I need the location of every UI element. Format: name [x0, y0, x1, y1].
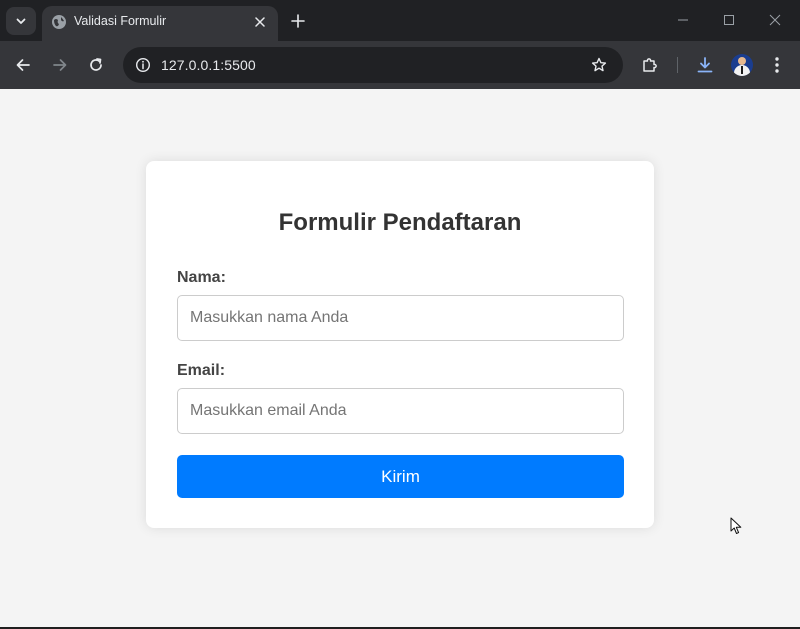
back-button[interactable]	[11, 53, 35, 77]
site-info-button[interactable]	[133, 55, 153, 75]
plus-icon	[291, 14, 305, 28]
bookmark-button[interactable]	[589, 55, 609, 75]
avatar-head	[738, 57, 746, 65]
downloads-button[interactable]	[693, 53, 717, 77]
browser-menu-button[interactable]	[765, 53, 789, 77]
new-tab-button[interactable]	[286, 10, 310, 32]
chevron-down-icon	[16, 18, 26, 24]
name-input[interactable]	[177, 295, 624, 341]
profile-avatar[interactable]	[731, 54, 753, 76]
maximize-icon	[724, 15, 734, 25]
mouse-cursor-icon	[730, 517, 742, 534]
email-input[interactable]	[177, 388, 624, 434]
minimize-button[interactable]	[668, 6, 698, 34]
browser-tab-strip: Validasi Formulir	[0, 0, 800, 41]
reload-icon	[90, 58, 102, 71]
puzzle-icon	[643, 58, 657, 72]
forward-button[interactable]	[48, 53, 72, 77]
info-icon	[135, 57, 151, 73]
reload-button[interactable]	[84, 53, 108, 77]
page-viewport: Formulir Pendaftaran Nama: Email: Kirim	[0, 89, 800, 629]
minimize-icon	[678, 19, 688, 21]
toolbar-separator	[677, 57, 678, 73]
tab-close-button[interactable]	[250, 12, 270, 32]
extensions-button[interactable]	[638, 53, 662, 77]
name-label: Nama:	[177, 269, 226, 286]
email-label: Email:	[177, 362, 226, 379]
window-close-button[interactable]	[760, 6, 790, 34]
submit-button[interactable]: Kirim	[177, 455, 624, 498]
url-text: 127.0.0.1:5500	[161, 57, 256, 73]
address-bar[interactable]: 127.0.0.1:5500	[123, 47, 623, 83]
tab-search-button[interactable]	[6, 7, 36, 35]
close-icon	[255, 17, 265, 27]
registration-form-card: Formulir Pendaftaran Nama: Email: Kirim	[146, 161, 654, 528]
star-icon	[591, 57, 607, 72]
close-icon	[769, 14, 781, 26]
arrow-left-icon	[16, 59, 30, 71]
kebab-menu-icon	[775, 57, 779, 73]
globe-icon	[52, 15, 66, 29]
browser-tab[interactable]: Validasi Formulir	[42, 6, 278, 41]
download-icon	[697, 57, 713, 73]
avatar-tie	[741, 66, 743, 74]
browser-toolbar: 127.0.0.1:5500	[0, 41, 800, 89]
arrow-right-icon	[53, 59, 67, 71]
tab-title: Validasi Formulir	[74, 14, 167, 28]
maximize-button[interactable]	[714, 6, 744, 34]
form-title: Formulir Pendaftaran	[278, 209, 522, 236]
